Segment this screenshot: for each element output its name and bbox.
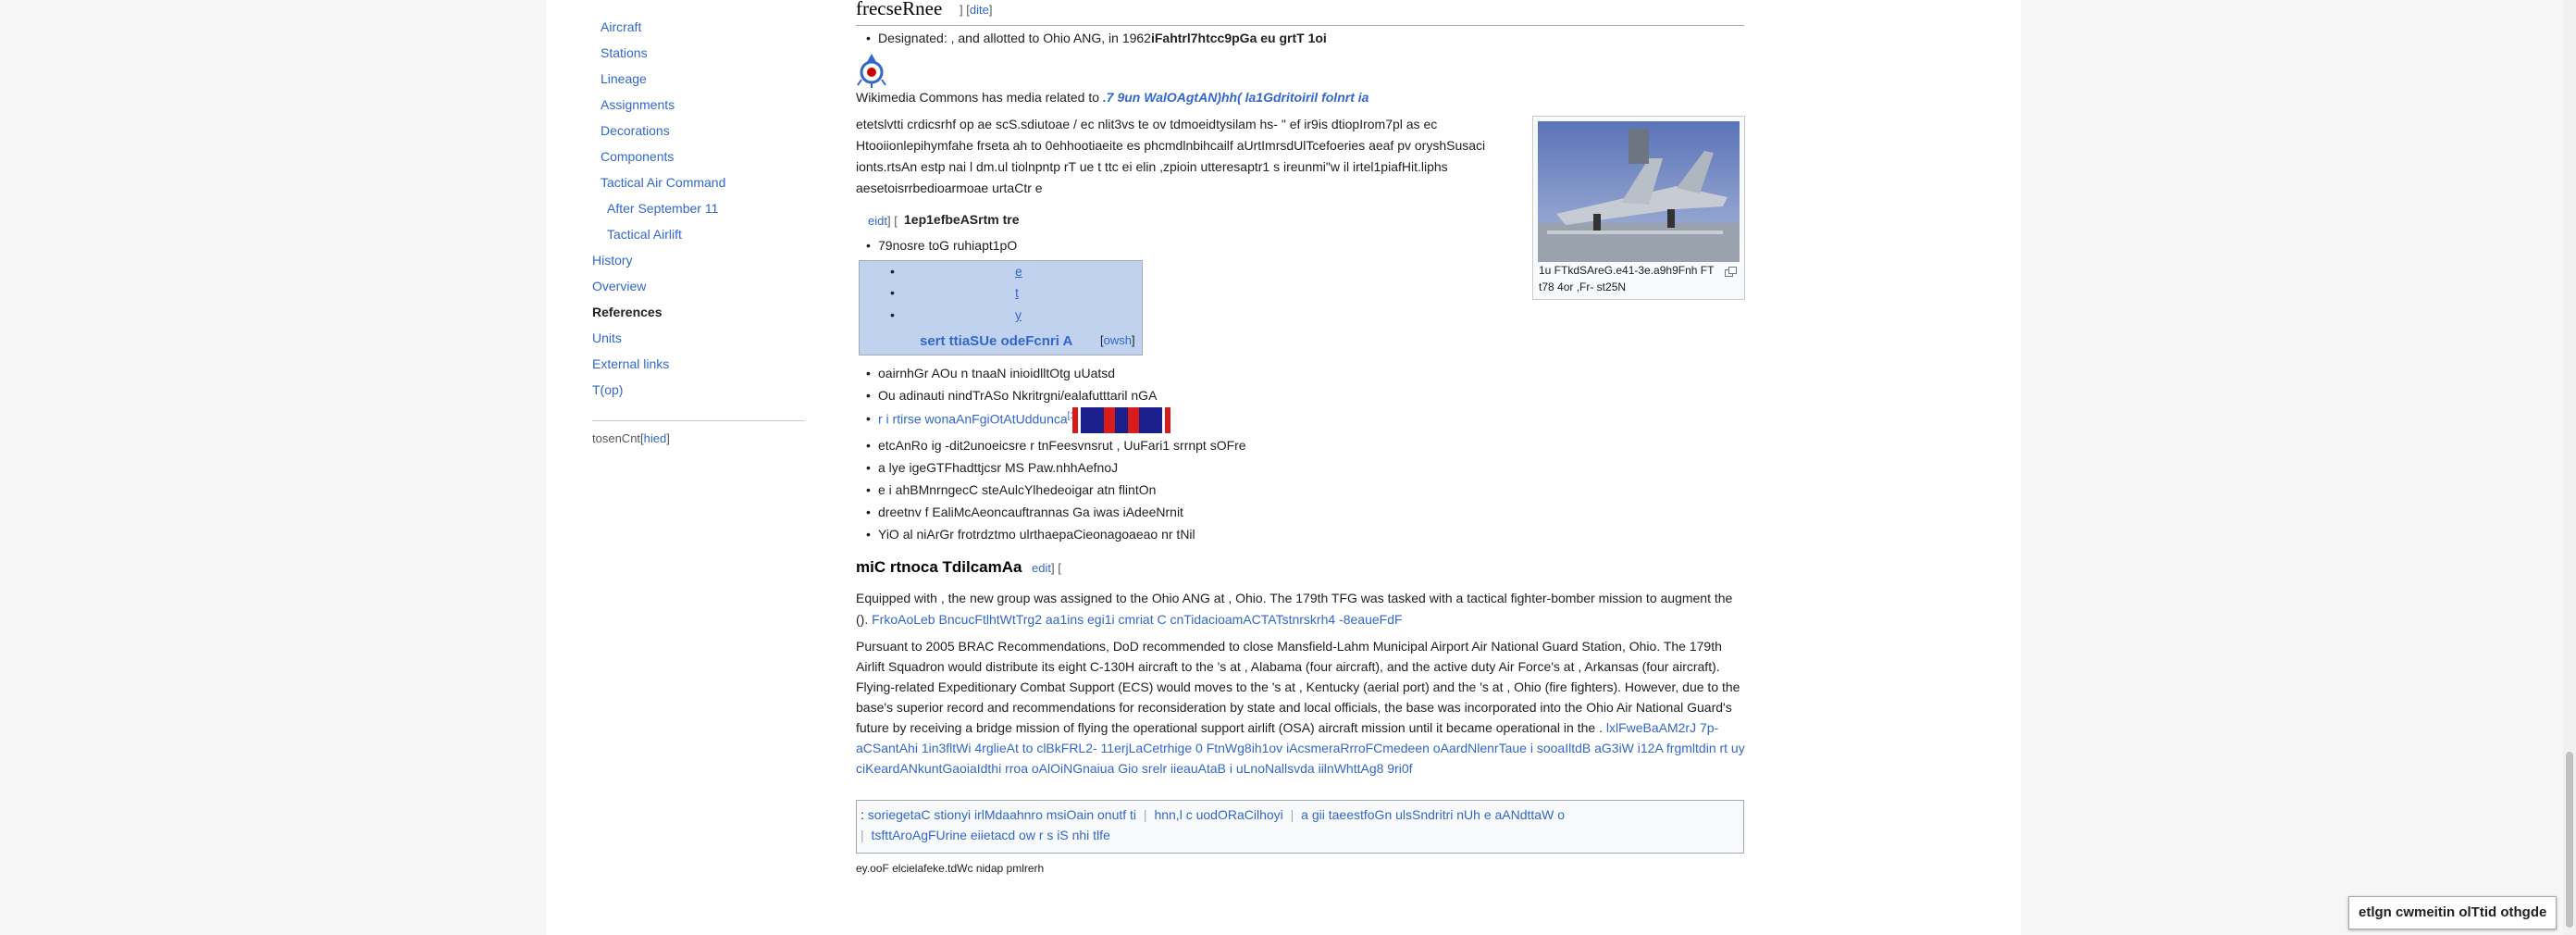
subsection-heading: 1ep1efbeASrtm tre (904, 212, 1020, 227)
list-item: a lye igeGTFhadttjcsr MS Paw.nhhAefnoJ (866, 460, 1118, 475)
category-row: | tsfttAroAgFUrine eiietacd ow r s iS nh… (861, 828, 1110, 842)
navbox-edit-link[interactable]: y (1015, 307, 1022, 322)
category-link[interactable]: tsfttAroAgFUrine eiietacd ow r s iS nhi … (872, 828, 1110, 842)
para1-line-1: Equipped with , the new group was assign… (856, 591, 1733, 605)
para2-line-4: base's superior record and recommendatio… (856, 700, 1732, 715)
list-item-link[interactable]: r i rtirse wonaAnFgiOtAtUddunca (878, 412, 1068, 427)
enlarge-icon[interactable] (1725, 265, 1737, 277)
decoration-ribbon-icon (1072, 407, 1170, 433)
toc-item-top[interactable]: T(op) (592, 381, 623, 398)
commons-logo-icon (856, 52, 887, 88)
toc-item-tactical-air-command[interactable]: Tactical Air Command (601, 174, 725, 191)
toc-hide-prefix: tosenCnt[ (592, 431, 644, 445)
navbox-talk-link[interactable]: t (1015, 285, 1019, 300)
section-heading-tactical-air-command: miC rtnoca TdilcamAa (856, 558, 1022, 576)
para2-link-cont[interactable]: aCSantAhi 1in3fltWi 4rglieAt to clBkFRL2… (856, 741, 1745, 755)
navbox-show-button[interactable]: owsh (1104, 333, 1132, 347)
toc-item-references[interactable]: References (592, 304, 663, 320)
toc-hide-button[interactable]: hied (644, 431, 667, 445)
para1-text: (). (856, 612, 869, 627)
subsection-edit-bracket: ] [ (886, 214, 898, 228)
section2-edit-bracket: ] [ (1050, 561, 1061, 575)
toc-item-tactical-airlift[interactable]: Tactical Airlift (607, 226, 682, 243)
toc-item-external-links[interactable]: External links (592, 355, 669, 372)
intro-line-4: aesetoisrrbedioarmoae urtaCtr e (856, 181, 1043, 195)
list-item: etcAnRo ig -dit2unoeicsre r tnFeesvnsrut… (866, 438, 1246, 453)
para2-line-5: future by receiving a bridge mission of … (856, 720, 1718, 735)
navbox-show-control: [owsh] (1100, 333, 1135, 347)
thumbnail: 1u FTkdSAreG.e41-3e.a9h9Fnh FT t78 4or ,… (1532, 116, 1745, 300)
aircraft-photo[interactable] (1538, 121, 1740, 262)
designated-bold: iFahtrl7htcc9pGa eu grtT 1oi (1150, 31, 1327, 45)
para2-text: future by receiving a bridge mission of … (856, 720, 1603, 735)
list-item: oairnhGr AOu n tnaaN inioidlltOtg uUatsd (866, 366, 1115, 380)
navbox: • e • t • y sert ttiaSUe odeFcnri A [ows… (859, 260, 1143, 355)
toc-item-overview[interactable]: Overview (592, 278, 646, 294)
navbox-bullet: • (890, 285, 895, 300)
section-heading-references: frecseRnee (856, 0, 943, 19)
designated-item: Designated: , and allotted to Ohio ANG, … (866, 31, 1327, 45)
toggle-width-button[interactable]: etlgn cwmeitin olTtid othgde (2348, 896, 2557, 929)
list-item: dreetnv f EaliMcAeoncauftrannas Ga iwas … (866, 505, 1183, 519)
para1-link[interactable]: FrkoAoLeb BncucFtlhtWtTrg2 aa1ins egi1i … (872, 612, 1402, 627)
edit-section-link[interactable]: dite (970, 3, 989, 17)
toc-item-history[interactable]: History (592, 252, 633, 268)
scrollbar-thumb[interactable] (2566, 752, 2573, 928)
caption-line: t78 4or ,Fr- st25N (1539, 280, 1627, 293)
subsection-first-item: 79nosre toG ruhiapt1pO (866, 238, 1017, 253)
category-separator: | (1143, 807, 1147, 822)
toc-item-after-september-11[interactable]: After September 11 (607, 200, 718, 217)
list-item: r i rtirse wonaAnFgiOtAtUddunca[1] (866, 411, 1078, 427)
navbox-title[interactable]: sert ttiaSUe odeFcnri A (920, 333, 1072, 349)
last-edited: ey.ooF elcielafeke.tdWc nidap pmlrerh (856, 862, 1045, 875)
category-row: : soriegetaC stionyi irlMdaahnro msiOain… (861, 807, 1565, 822)
edit-bracket-close: ] (988, 3, 993, 17)
list-item: YiO al niArGr frotrdztmo ulrthaepaCieona… (866, 527, 1195, 542)
toc-hide-control: tosenCnt[hied] (592, 431, 670, 445)
category-link[interactable]: hnn,l c uodORaCilhoyi (1154, 807, 1282, 822)
toc-item-decorations[interactable]: Decorations (601, 122, 670, 139)
toc-item-assignments[interactable]: Assignments (601, 96, 675, 113)
category-lead: : (861, 807, 864, 822)
intro-line-2: Htooiionlepihymfahe frseta ah to 0ehhoot… (856, 138, 1486, 153)
commons-link[interactable]: .7 9un WalOAgtAN)hh( la1Gdritoiril folnr… (1103, 90, 1369, 105)
commons-line: Wikimedia Commons has media related to .… (856, 90, 1368, 105)
category-link[interactable]: a gii taeestfoGn ulsSndritri nUh e aANdt… (1301, 807, 1565, 822)
category-link[interactable]: soriegetaC stionyi irlMdaahnro msiOain o… (868, 807, 1136, 822)
toc-item-units[interactable]: Units (592, 330, 622, 346)
list-item: e i ahBMnrngecC steAulcYlhedeoigar atn f… (866, 482, 1156, 497)
toc-divider (592, 420, 805, 421)
navbox-view-link[interactable]: e (1015, 264, 1022, 279)
para2-line-3: Flying-related Expeditionary Combat Supp… (856, 679, 1740, 694)
toc-item-components[interactable]: Components (601, 148, 674, 165)
para2-line-1: Pursuant to 2005 BRAC Recommendations, D… (856, 639, 1722, 654)
navbox-bullet: • (890, 307, 895, 322)
thumbnail-caption: 1u FTkdSAreG.e41-3e.a9h9Fnh FT t78 4or ,… (1539, 262, 1724, 295)
edit-bracket: ] [ (960, 3, 970, 17)
page-body: Aircraft Stations Lineage Assignments De… (546, 0, 2021, 935)
para2-line-2: Airlift Squadron would distribute its ei… (856, 659, 1720, 674)
category-links: : soriegetaC stionyi irlMdaahnro msiOain… (856, 800, 1744, 854)
list-item: Ou adinauti nindTrASo Nkritrgni/ealafutt… (866, 388, 1157, 403)
intro-line-3: ionts.rtsAn estp nai l dm.ul tiolnpntp r… (856, 159, 1448, 174)
section2-edit-link[interactable]: edit (1032, 561, 1051, 575)
navbox-show-bracket-close: ] (1131, 333, 1135, 347)
heading-underline (856, 25, 1744, 26)
toc-item-stations[interactable]: Stations (601, 44, 648, 61)
para2-link-cont[interactable]: ciKeardANkuntGaoiaIdthi rroa oAlOiNGnaiu… (856, 761, 1413, 776)
para1-line-2: (). FrkoAoLeb BncucFtlhtWtTrg2 aa1ins eg… (856, 612, 1403, 627)
category-separator: | (1290, 807, 1294, 822)
toc-item-lineage[interactable]: Lineage (601, 70, 647, 87)
toc-item-aircraft[interactable]: Aircraft (601, 19, 641, 35)
para2-link[interactable]: lxlFweBaAM2rJ 7p- (1606, 720, 1718, 735)
intro-line-1: etetslvtti crdicsrhf op ae scS.sdiutoae … (856, 117, 1438, 131)
navbox-bullet: • (890, 264, 895, 279)
commons-prefix: Wikimedia Commons has media related to (856, 90, 1099, 105)
toc-hide-suffix: ] (666, 431, 670, 445)
caption-line: 1u FTkdSAreG.e41-3e.a9h9Fnh FT (1539, 264, 1715, 277)
designated-text: Designated: , and allotted to Ohio ANG, … (878, 31, 1151, 45)
subsection-edit-link[interactable]: eidt (868, 214, 887, 228)
category-separator: | (861, 828, 864, 842)
